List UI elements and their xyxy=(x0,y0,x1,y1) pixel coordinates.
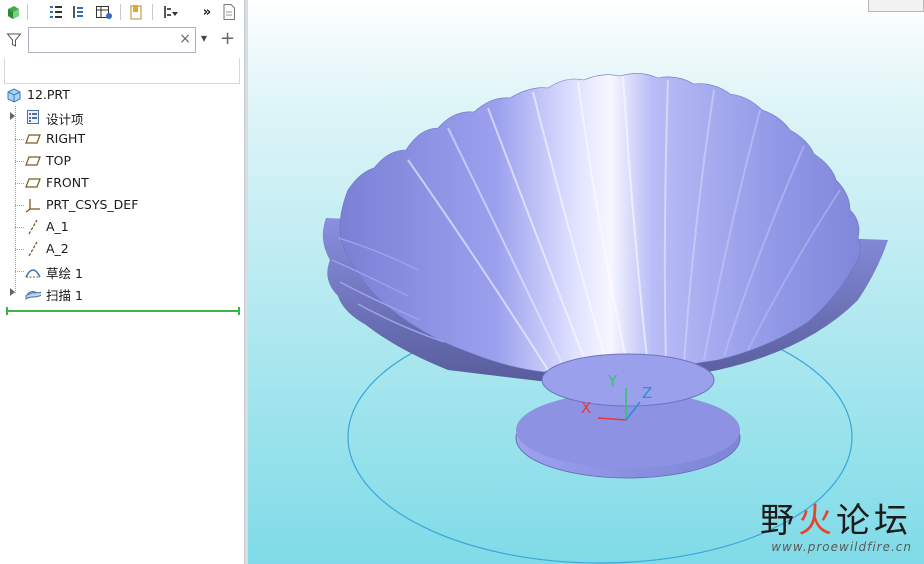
datum-plane-icon xyxy=(25,156,41,166)
document-icon xyxy=(223,4,235,20)
search-input[interactable] xyxy=(31,30,183,52)
layer-tree-button[interactable] xyxy=(94,2,114,22)
tree-item-design-items[interactable]: 设计项 xyxy=(0,106,244,128)
tree-item-label: A_1 xyxy=(46,219,69,234)
part-icon xyxy=(7,88,21,103)
table-eye-icon xyxy=(96,6,112,19)
tree-root-item[interactable]: 12.PRT xyxy=(0,84,244,106)
tree-item-label: PRT_CSYS_DEF xyxy=(46,197,139,212)
datum-axis-icon xyxy=(28,219,38,235)
add-filter-icon[interactable]: + xyxy=(220,28,235,50)
tree-item-csys[interactable]: PRT_CSYS_DEF xyxy=(0,194,244,216)
tree-connector xyxy=(15,249,24,250)
tree-item-sketch-1[interactable]: 草绘 1 xyxy=(0,260,244,282)
csys-icon xyxy=(25,199,40,213)
document-icon-button[interactable] xyxy=(219,2,239,22)
toolbar-separator xyxy=(120,4,121,20)
tree-connector xyxy=(15,183,24,184)
model-render: Y Z X xyxy=(322,73,888,564)
search-dropdown-icon[interactable]: ▾ xyxy=(201,31,207,45)
tree-connector xyxy=(15,271,24,272)
settings-dropdown-button[interactable] xyxy=(160,2,180,22)
tree-connector xyxy=(15,161,24,162)
tree-item-label: 草绘 1 xyxy=(46,266,83,281)
watermark-char-luntan: 论坛 xyxy=(836,501,912,541)
open-file-button[interactable] xyxy=(126,2,146,22)
datum-axis-icon xyxy=(28,241,38,257)
tree-root-label: 12.PRT xyxy=(27,87,70,102)
hierarchy-dropdown-icon xyxy=(164,6,178,18)
csys-y-label: Y xyxy=(607,372,618,390)
tree-connector xyxy=(15,227,24,228)
watermark-char-ye: 野 xyxy=(760,501,798,541)
expand-tree-icon xyxy=(73,6,83,18)
tree-item-axis-a1[interactable]: A_1 xyxy=(0,216,244,238)
design-items-icon xyxy=(27,110,39,124)
search-box: × xyxy=(28,27,196,53)
bowl-bottom-face[interactable] xyxy=(541,353,715,407)
file-bookmark-icon xyxy=(130,5,142,20)
sweep-icon xyxy=(25,291,41,300)
datum-plane-icon xyxy=(25,134,41,144)
tree-filters-button[interactable] xyxy=(46,2,66,22)
watermark: 野火论坛 www.proewildfire.cn xyxy=(760,502,912,554)
show-tree-toggle[interactable] xyxy=(3,2,23,22)
tree-item-front-plane[interactable]: FRONT xyxy=(0,172,244,194)
tree-columns-button[interactable] xyxy=(68,2,88,22)
filter-row: × ▾ + xyxy=(0,27,244,55)
datum-plane-icon xyxy=(25,178,41,188)
overflow-chevron-icon[interactable]: » xyxy=(197,2,217,22)
model-tree-toolbar: » xyxy=(0,0,244,24)
tree-item-top-plane[interactable]: TOP xyxy=(0,150,244,172)
list-tree-icon xyxy=(50,6,62,18)
clear-search-icon[interactable]: × xyxy=(179,31,191,47)
model-tree-panel: » × ▾ + 12.PRT 设计项 RIGHT TOP FRONT PRT_C… xyxy=(0,0,244,564)
tree-item-axis-a2[interactable]: A_2 xyxy=(0,238,244,260)
csys-z-label: Z xyxy=(642,384,652,402)
tree-connector xyxy=(15,205,24,206)
cube-icon xyxy=(8,6,19,19)
tree-item-label: 设计项 xyxy=(46,112,84,127)
toolbar-separator xyxy=(27,4,28,20)
filter-funnel-icon[interactable] xyxy=(6,32,22,48)
graphics-viewport[interactable]: Y Z X 野火论坛 www.proewildfire.cn xyxy=(248,0,924,564)
sketch-icon xyxy=(25,269,41,278)
watermark-title: 野火论坛 xyxy=(760,502,912,540)
csys-x-label: X xyxy=(581,399,591,417)
insert-here-indicator[interactable] xyxy=(6,307,240,315)
watermark-url: www.proewildfire.cn xyxy=(771,540,912,554)
tree-item-sweep-1[interactable]: 扫描 1 xyxy=(0,282,244,304)
tree-item-label: 扫描 1 xyxy=(46,288,83,303)
tree-connector xyxy=(15,139,24,140)
tree-item-right-plane[interactable]: RIGHT xyxy=(0,128,244,150)
watermark-char-huo: 火 xyxy=(798,501,836,541)
expand-arrow-icon[interactable] xyxy=(10,288,15,296)
tree-item-label: A_2 xyxy=(46,241,69,256)
tree-item-label: RIGHT xyxy=(46,131,86,146)
expand-arrow-icon[interactable] xyxy=(10,112,15,120)
tree-item-label: TOP xyxy=(46,153,72,168)
tree-item-label: FRONT xyxy=(46,175,89,190)
toolbar-separator xyxy=(152,4,153,20)
tree-header-strip xyxy=(4,58,240,84)
